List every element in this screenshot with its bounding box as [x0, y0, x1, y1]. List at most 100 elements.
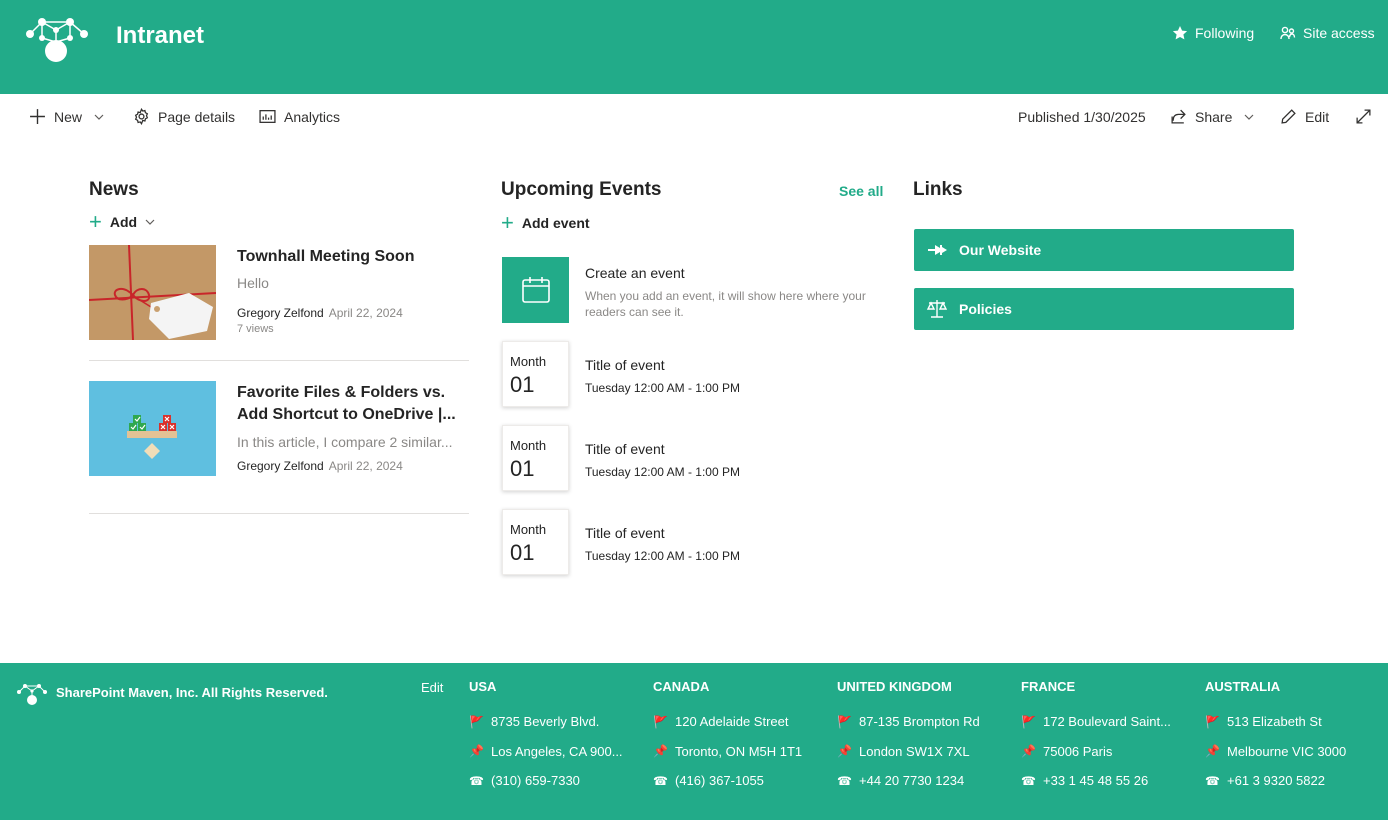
- event-time: Tuesday 12:00 AM - 1:00 PM: [585, 381, 740, 395]
- event-title[interactable]: Title of event: [585, 357, 665, 373]
- event-day: 01: [510, 540, 535, 565]
- event-date-card[interactable]: Month 01: [502, 425, 569, 491]
- edit-button[interactable]: Edit: [1280, 108, 1329, 125]
- pushpin-icon: 📌: [469, 744, 484, 759]
- create-event-tile[interactable]: [502, 257, 569, 323]
- pushpin-icon: 📌: [653, 744, 668, 759]
- share-icon: [1171, 109, 1186, 124]
- telephone-icon: ☎: [837, 773, 852, 788]
- country-name: UNITED KINGDOM: [837, 679, 952, 694]
- city-text: Toronto, ON M5H 1T1: [675, 743, 803, 759]
- page-details-button[interactable]: Page details: [133, 108, 235, 125]
- news-item[interactable]: Townhall Meeting Soon Hello Gregory Zelf…: [89, 245, 469, 340]
- plus-icon: +: [89, 209, 102, 234]
- event-title[interactable]: Title of event: [585, 525, 665, 541]
- news-author[interactable]: Gregory Zelfond: [237, 306, 324, 320]
- phone-text[interactable]: +33 1 45 48 55 26: [1043, 773, 1148, 788]
- chevron-down-icon: [145, 219, 155, 225]
- country-address: 🚩 87-135 Brompton Rd: [837, 707, 1017, 737]
- country-city: 📌 Los Angeles, CA 900...: [469, 737, 649, 767]
- site-header: Intranet Following Site access: [0, 0, 1388, 94]
- event-title[interactable]: Title of event: [585, 441, 665, 457]
- news-date: April 22, 2024: [328, 306, 403, 320]
- news-thumbnail-gift[interactable]: [89, 245, 216, 340]
- create-event-title[interactable]: Create an event: [585, 265, 685, 281]
- city-text: London SW1X 7XL: [859, 743, 970, 759]
- event-date-card[interactable]: Month 01: [502, 509, 569, 575]
- event-day: 01: [510, 372, 535, 397]
- country-city: 📌 Melbourne VIC 3000: [1205, 737, 1385, 767]
- country-phone: ☎ +33 1 45 48 55 26: [1021, 766, 1201, 796]
- country-phone: ☎ +44 20 7730 1234: [837, 766, 1017, 796]
- flag-icon: 🚩: [1205, 714, 1220, 729]
- news-author[interactable]: Gregory Zelfond: [237, 459, 324, 473]
- event-month: Month: [510, 438, 547, 453]
- expand-icon: [1356, 109, 1371, 124]
- site-access-button[interactable]: Site access: [1280, 25, 1375, 41]
- country-address: 🚩 172 Boulevard Saint...: [1021, 707, 1201, 737]
- flag-icon: 🚩: [837, 714, 852, 729]
- phone-text[interactable]: +61 3 9320 5822: [1227, 773, 1325, 788]
- chevron-down-icon: [1244, 114, 1254, 120]
- country-city: 📌 London SW1X 7XL: [837, 737, 1017, 767]
- news-meta: Gregory Zelfond April 22, 2024: [237, 306, 403, 320]
- footer-edit-link[interactable]: Edit: [421, 680, 443, 695]
- footer-country-australia: AUSTRALIA 🚩 513 Elizabeth St 📌 Melbourne V…: [1205, 679, 1385, 796]
- add-event-button[interactable]: + Add event: [501, 212, 590, 234]
- footer-country-usa: USA 🚩 8735 Beverly Blvd. 📌 Los Angeles, CA…: [469, 679, 649, 796]
- footer-copyright: SharePoint Maven, Inc. All Rights Reserv…: [56, 685, 328, 700]
- phone-text[interactable]: +44 20 7730 1234: [859, 773, 964, 788]
- phone-text[interactable]: (310) 659-7330: [491, 773, 580, 788]
- link-label: Our Website: [959, 242, 1042, 258]
- telephone-icon: ☎: [1205, 773, 1220, 788]
- site-logo-icon[interactable]: [22, 12, 90, 64]
- site-footer: SharePoint Maven, Inc. All Rights Reserv…: [0, 663, 1388, 820]
- link-policies[interactable]: Policies: [914, 288, 1294, 330]
- country-name: USA: [469, 679, 497, 694]
- event-month: Month: [510, 354, 547, 369]
- phone-text[interactable]: (416) 367-1055: [675, 773, 764, 788]
- flag-icon: 🚩: [469, 714, 484, 729]
- see-all-link[interactable]: See all: [839, 183, 883, 199]
- telephone-icon: ☎: [653, 773, 668, 788]
- address-text: 87-135 Brompton Rd: [859, 714, 980, 730]
- event-time: Tuesday 12:00 AM - 1:00 PM: [585, 465, 740, 479]
- news-thumbnail-balance[interactable]: [89, 381, 216, 476]
- link-label: Policies: [959, 301, 1012, 317]
- news-title[interactable]: Favorite Files & Folders vs. Add Shortcu…: [237, 382, 469, 426]
- event-date-card[interactable]: Month 01: [502, 341, 569, 407]
- analytics-button[interactable]: Analytics: [259, 108, 340, 125]
- add-event-label: Add event: [521, 215, 590, 231]
- expand-button[interactable]: [1355, 108, 1372, 125]
- news-heading: News: [89, 179, 139, 200]
- country-phone: ☎ (416) 367-1055: [653, 766, 833, 796]
- edit-label: Edit: [1305, 108, 1330, 125]
- news-title[interactable]: Townhall Meeting Soon: [237, 246, 469, 268]
- people-icon: [1280, 26, 1296, 40]
- following-label: Following: [1195, 25, 1255, 41]
- country-name: CANADA: [653, 679, 710, 694]
- share-label: Share: [1195, 108, 1233, 125]
- news-add-button[interactable]: + Add: [89, 209, 155, 234]
- event-day: 01: [510, 456, 535, 481]
- gear-icon: [134, 108, 149, 125]
- news-item[interactable]: Favorite Files & Folders vs. Add Shortcu…: [89, 381, 469, 477]
- news-date: April 22, 2024: [328, 459, 403, 473]
- footer-country-canada: CANADA 🚩 120 Adelaide Street 📌 Toronto, ON…: [653, 679, 833, 796]
- country-name: FRANCE: [1021, 679, 1076, 694]
- pushpin-icon: 📌: [1205, 744, 1220, 759]
- share-button[interactable]: Share: [1170, 108, 1254, 125]
- following-button[interactable]: Following: [1172, 25, 1254, 41]
- page-details-label: Page details: [158, 108, 236, 125]
- create-event-description: When you add an event, it will show here…: [585, 289, 866, 319]
- country-address: 🚩 120 Adelaide Street: [653, 707, 833, 737]
- site-title[interactable]: Intranet: [116, 22, 204, 50]
- analytics-icon: [259, 110, 276, 123]
- link-our-website[interactable]: Our Website: [914, 229, 1294, 271]
- pin-icon: [928, 245, 947, 255]
- city-text: Melbourne VIC 3000: [1227, 743, 1347, 759]
- new-button[interactable]: New: [29, 108, 104, 125]
- telephone-icon: ☎: [1021, 773, 1036, 788]
- calendar-icon: [521, 277, 550, 303]
- site-access-label: Site access: [1303, 25, 1375, 41]
